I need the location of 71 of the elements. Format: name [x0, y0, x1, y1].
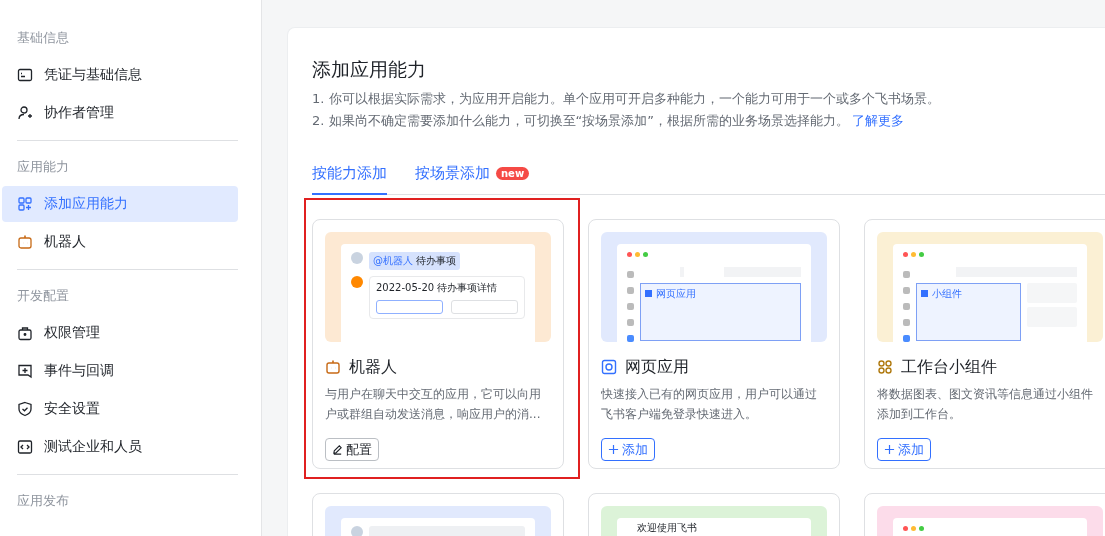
card-title: 机器人: [349, 356, 397, 378]
avatar-icon: [351, 526, 363, 536]
nav-icon: [627, 319, 634, 326]
nav-icon: [903, 287, 910, 294]
card-title: 工作台小组件: [901, 356, 997, 378]
message-card: 2022-05-20 待办事项详情: [369, 276, 525, 319]
apps-icon: [903, 335, 910, 342]
edit-icon: [332, 444, 343, 455]
sidebar-item[interactable]: 协作者管理: [2, 95, 238, 131]
capability-card[interactable]: 欢迎使用飞书: [588, 493, 840, 536]
apps-icon: [627, 335, 634, 342]
selected-region: 小组件: [916, 283, 1021, 341]
new-badge: new: [496, 166, 530, 180]
plus-icon: [608, 444, 619, 455]
card-icon: [17, 67, 33, 83]
capability-card[interactable]: 网页应用 网页应用 快速接入已有的网页应用，用户可以通过飞书客户端免登录快速进入。 添加: [588, 219, 840, 469]
instruction-text: 1. 你可以根据实际需求，为应用开启能力。单个应用可开启多种能力，一个能力可用于一个或多个飞书场景。: [312, 90, 941, 108]
plus-icon: [884, 444, 895, 455]
learn-more-link[interactable]: 了解更多: [852, 113, 904, 128]
app-square-icon: [645, 290, 652, 297]
section-heading: 应用能力: [17, 158, 70, 176]
window-dots-icon: [627, 252, 648, 257]
browser-icon: [601, 359, 617, 375]
shield-icon: [17, 401, 33, 417]
window-dots-icon: [903, 526, 924, 531]
capability-card[interactable]: @机器人 待办事项 2022-05-20 待办事项详情 机器人 与用户在聊天中交互的应用，它可以向用户或群组自动发送消息，响应用户的消... 配置: [312, 219, 564, 469]
card-action-button[interactable]: 添加: [877, 438, 931, 461]
card-title: 网页应用: [625, 356, 689, 378]
sidebar-item[interactable]: 添加应用能力: [2, 186, 238, 222]
selected-region: 网页应用: [640, 283, 801, 341]
sidebar-item[interactable]: 凭证与基础信息: [2, 57, 238, 93]
lock-icon: [17, 325, 33, 341]
nav-icon: [903, 319, 910, 326]
bot-icon: [325, 359, 341, 375]
event-icon: [17, 363, 33, 379]
card-description: 将数据图表、图文资讯等信息通过小组件添加到工作台。: [877, 386, 1094, 423]
sidebar-item[interactable]: 机器人: [2, 224, 238, 260]
user-icon: [17, 105, 33, 121]
nav-icon: [903, 271, 910, 278]
app-square-icon: [921, 290, 928, 297]
tab[interactable]: 按场景添加: [415, 156, 490, 195]
nav-icon: [627, 303, 634, 310]
sidebar-item[interactable]: 安全设置: [2, 391, 238, 427]
nav-icon: [627, 271, 634, 278]
bot-avatar-icon: [351, 276, 363, 288]
tab[interactable]: 按能力添加: [312, 156, 387, 195]
code-icon: [17, 439, 33, 455]
avatar-icon: [351, 252, 363, 264]
grid-icon: [17, 196, 33, 212]
message-button: [451, 300, 518, 314]
capability-card[interactable]: 小组件 工作台小组件 将数据图表、图文资讯等信息通过小组件添加到工作台。 添加: [864, 219, 1105, 469]
message-button: [376, 300, 443, 314]
section-heading: 开发配置: [17, 287, 70, 305]
widget-icon: [877, 359, 893, 375]
message-bubble: @机器人 待办事项: [369, 252, 461, 270]
page-title: 添加应用能力: [312, 57, 427, 82]
nav-icon: [903, 303, 910, 310]
instruction-text: 2. 如果尚不确定需要添加什么能力，可切换至“按场景添加”，根据所需的业务场景选择能力。 了解更多: [312, 112, 905, 130]
card-action-button[interactable]: 添加: [601, 438, 655, 461]
section-heading: 基础信息: [17, 29, 70, 47]
section-heading: 应用发布: [17, 492, 70, 510]
nav-icon: [627, 287, 634, 294]
card-action-button[interactable]: 配置: [325, 438, 379, 461]
welcome-text: 欢迎使用飞书: [636, 522, 698, 534]
sidebar-item[interactable]: 事件与回调: [2, 353, 238, 389]
sidebar-item[interactable]: 测试企业和人员: [2, 429, 238, 465]
bot-icon: [17, 234, 33, 250]
sidebar-item[interactable]: 权限管理: [2, 315, 238, 351]
card-description: 与用户在聊天中交互的应用，它可以向用户或群组自动发送消息，响应用户的消...: [325, 386, 542, 423]
window-dots-icon: [903, 252, 924, 257]
card-description: 快速接入已有的网页应用，用户可以通过飞书客户端免登录快速进入。: [601, 386, 818, 423]
